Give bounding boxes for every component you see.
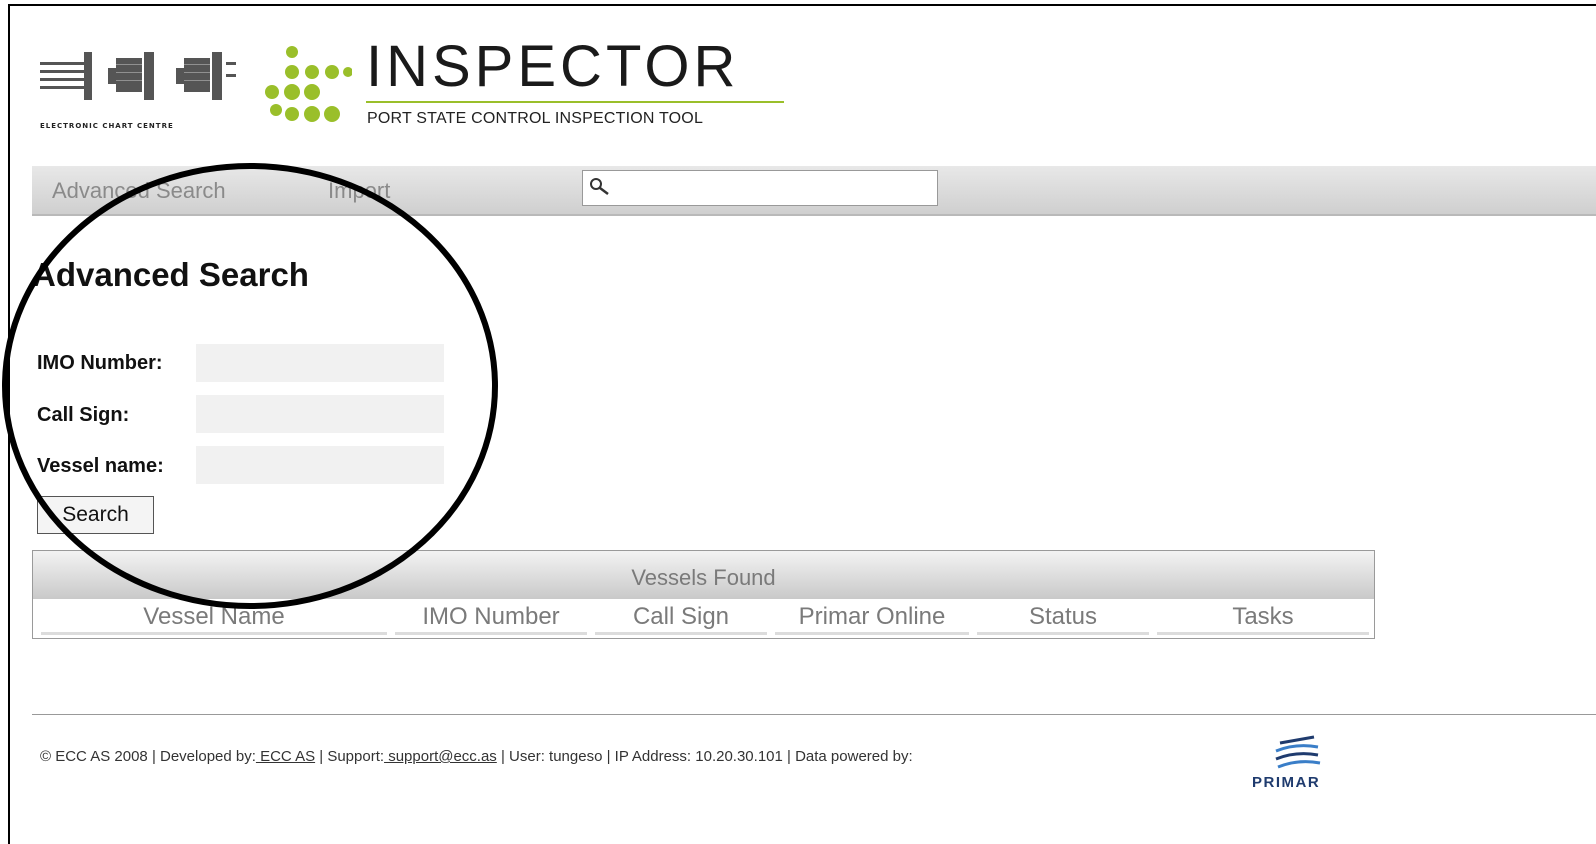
col-tasks[interactable]: Tasks [1157, 603, 1369, 635]
brand-underline [366, 101, 784, 103]
footer-divider [32, 714, 1596, 715]
table-caption: Vessels Found [33, 551, 1374, 599]
table-caption-text: Vessels Found [631, 565, 776, 590]
ecc-blocks-icon [40, 52, 236, 100]
imo-number-field[interactable] [196, 344, 444, 382]
ecc-caption: ELECTRONIC CHART CENTRE [40, 122, 174, 130]
inspector-dots-icon [265, 46, 352, 122]
call-sign-label: Call Sign: [37, 404, 130, 426]
developer-link[interactable]: ECC AS [256, 748, 315, 765]
nav-bar: Advanced Search Import [32, 166, 1596, 216]
footer-text: © ECC AS 2008 | Developed by: ECC AS | S… [40, 748, 913, 765]
col-primar-online[interactable]: Primar Online [775, 603, 969, 635]
search-icon [590, 178, 609, 195]
vessel-name-label: Vessel name: [37, 455, 164, 477]
page-title: Advanced Search [32, 256, 309, 293]
col-vessel-name[interactable]: Vessel Name [41, 603, 387, 635]
search-button[interactable]: Search [37, 496, 154, 534]
footer-user-info: | User: tungeso | IP Address: 10.20.30.1… [496, 748, 913, 765]
brand-title: INSPECTOR [366, 34, 740, 99]
call-sign-field[interactable] [196, 395, 444, 433]
vessels-found-table: Vessels Found Vessel Name IMO Number Cal… [32, 550, 1375, 639]
footer-support-prefix: | Support: [315, 748, 385, 765]
support-email-link[interactable]: support@ecc.as [384, 748, 497, 765]
quick-search-input[interactable] [582, 170, 938, 206]
col-call-sign[interactable]: Call Sign [595, 603, 767, 635]
footer-copyright: © ECC AS 2008 | Developed by: [40, 748, 256, 765]
primar-logo-text: PRIMAR [1252, 774, 1321, 791]
ecc-logo [36, 44, 246, 134]
vessel-name-field[interactable] [196, 446, 444, 484]
col-imo-number[interactable]: IMO Number [395, 603, 587, 635]
nav-advanced-search[interactable]: Advanced Search [52, 178, 226, 204]
nav-import[interactable]: Import [328, 178, 390, 204]
imo-label: IMO Number: [37, 352, 163, 374]
brand-subtitle: PORT STATE CONTROL INSPECTION TOOL [367, 110, 704, 127]
col-status[interactable]: Status [977, 603, 1149, 635]
